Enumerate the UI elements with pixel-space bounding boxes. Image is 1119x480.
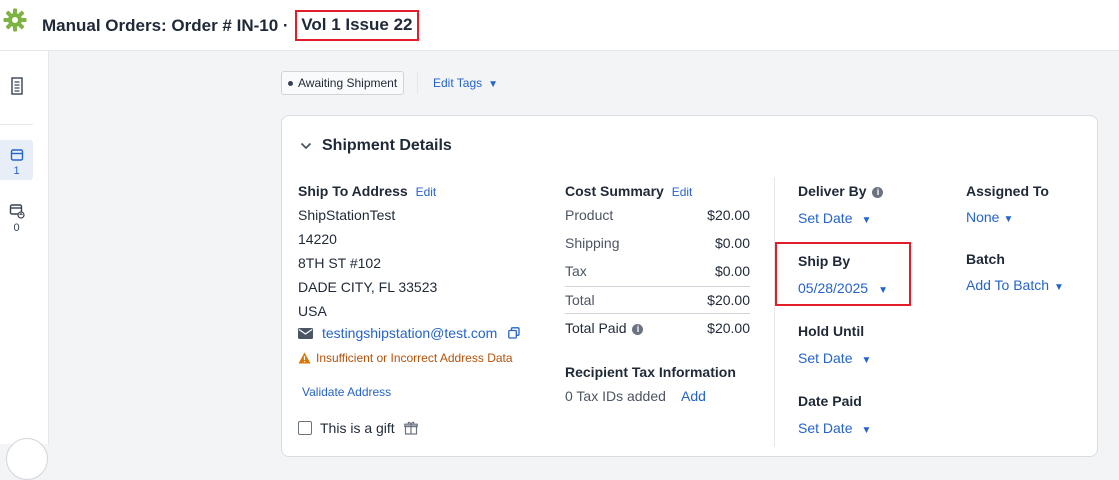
ship-to-edit-link[interactable]: Edit [416,185,437,199]
section-title: Shipment Details [322,137,452,154]
gift-row: This is a gift [320,420,418,436]
status-label: Awaiting Shipment [298,76,398,90]
total-paid-label-text: Total Paid [565,320,627,336]
email-row: testingshipstation@test.com [298,325,520,341]
gift-label: This is a gift [320,420,395,436]
page-title: Manual Orders: Order # IN-10 · Vol 1 Iss… [42,10,419,42]
envelope-icon [298,327,313,339]
rail-divider [0,124,33,125]
gift-icon [403,421,418,435]
cost-row-label: Shipping [565,235,620,251]
receipt-icon [10,77,23,95]
cost-row-value: $0.00 [714,263,750,279]
gift-checkbox[interactable] [298,421,312,435]
cost-row-label: Tax [565,263,587,279]
deliver-by-dropdown[interactable]: Set Date ▼ [798,210,871,226]
ship-to-label-text: Ship To Address [298,183,408,199]
total-paid-value: $20.00 [707,320,750,336]
caret-down-icon: ▼ [861,425,872,436]
cost-row-label: Total [565,292,595,308]
rail-returns-button[interactable]: 0 [0,203,33,234]
returns-count: 0 [13,222,20,234]
return-package-icon [9,204,25,219]
warning-icon [298,352,311,364]
cost-row-value: $0.00 [714,235,750,251]
cost-summary-edit-link[interactable]: Edit [672,185,693,199]
cost-row-value: $20.00 [707,207,750,223]
hold-until-label: Hold Until [798,323,865,339]
ship-by-dropdown[interactable]: 05/28/2025 ▼ [798,280,888,296]
deliver-by-value: Set Date [798,210,853,226]
ship-by-value: 05/28/2025 [798,280,869,296]
shipments-count: 1 [13,165,20,177]
add-to-batch-dropdown[interactable]: Add To Batch ▼ [966,277,1064,293]
batch-value: Add To Batch [966,277,1050,293]
caret-down-icon: ▼ [861,215,872,226]
address-line: DADE CITY, FL 33523 [298,279,438,295]
info-icon[interactable]: i [632,323,644,335]
gear-logo-icon [3,8,27,32]
cost-row-label: Product [565,207,614,223]
tax-ids-count: 0 Tax IDs added [565,388,666,404]
status-badge: Awaiting Shipment [281,71,405,95]
rail-shipments-button[interactable]: 1 [0,148,33,177]
assigned-to-dropdown[interactable]: None ▼ [966,209,1013,225]
address-line: 14220 [298,231,337,247]
copy-icon[interactable] [508,327,520,339]
hold-until-value: Set Date [798,350,853,366]
assigned-to-value: None [966,209,1000,225]
cost-divider [565,313,750,314]
address-line: USA [298,303,327,319]
ship-to-label: Ship To Address Edit [298,183,436,199]
cost-summary-label-text: Cost Summary [565,183,664,199]
column-divider [774,177,775,447]
shipment-details-toggle[interactable]: Shipment Details [300,137,452,155]
page-title-highlight: Vol 1 Issue 22 [295,10,419,41]
package-icon [10,149,23,161]
date-paid-dropdown[interactable]: Set Date ▼ [798,420,871,436]
address-line: ShipStationTest [298,207,396,223]
help-button[interactable] [6,438,48,480]
caret-down-icon: ▼ [878,285,888,296]
hold-until-dropdown[interactable]: Set Date ▼ [798,350,871,366]
caret-down-icon: ▼ [1003,214,1014,225]
deliver-by-label: Deliver By i [798,183,884,199]
caret-down-icon: ▼ [861,355,872,366]
ship-by-label: Ship By [798,253,851,269]
cost-divider [565,286,750,287]
address-warning: Insufficient or Incorrect Address Data [298,351,513,365]
batch-label: Batch [966,251,1005,267]
total-paid-label: Total Paid i [565,320,644,336]
add-tax-id-link[interactable]: Add [681,388,706,404]
info-icon[interactable]: i [872,186,884,198]
validate-address-link[interactable]: Validate Address [302,385,391,399]
rail-order-button[interactable] [0,77,33,98]
chevron-down-icon [300,142,312,150]
edit-tags-label: Edit Tags [433,76,483,90]
left-rail: 1 0 [0,51,49,444]
caret-down-icon: ▼ [1054,282,1064,293]
email-link[interactable]: testingshipstation@test.com [322,325,497,341]
warning-text: Insufficient or Incorrect Address Data [316,351,513,365]
tax-info-label: Recipient Tax Information [565,364,736,380]
cost-summary-label: Cost Summary Edit [565,183,692,199]
edit-tags-button[interactable]: Edit Tags ▼ [433,76,498,90]
ship-by-highlight-box [775,242,911,306]
date-paid-value: Set Date [798,420,853,436]
top-bar: Manual Orders: Order # IN-10 · Vol 1 Iss… [0,0,1119,51]
assigned-to-label: Assigned To [966,183,1049,199]
toolbar-divider [417,72,418,94]
deliver-by-label-text: Deliver By [798,183,867,199]
cost-row-value: $20.00 [707,292,750,308]
date-paid-label: Date Paid [798,393,862,409]
status-dot-icon [288,80,293,86]
address-line: 8TH ST #102 [298,255,382,271]
caret-down-icon: ▼ [488,79,499,90]
page-title-prefix: Manual Orders: Order # IN-10 · [42,16,294,35]
